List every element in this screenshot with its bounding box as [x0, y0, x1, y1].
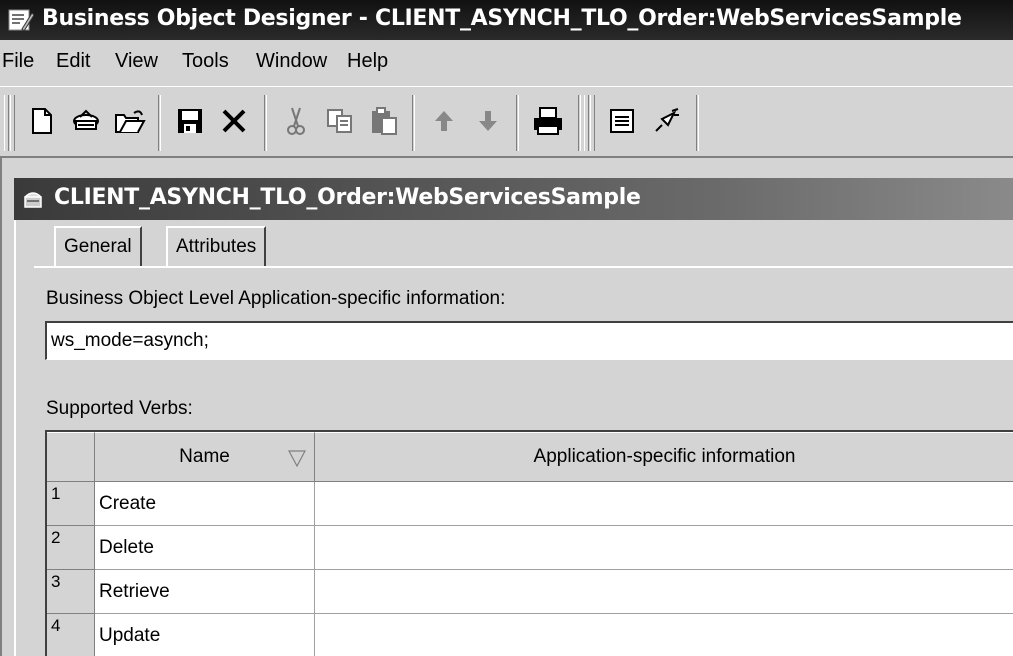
- toolbar: [0, 86, 1013, 158]
- properties-icon[interactable]: [602, 101, 642, 141]
- column-header-name-label: Name: [179, 446, 230, 467]
- toolbar-grip: [590, 95, 595, 151]
- sort-arrow-icon[interactable]: [288, 449, 306, 467]
- bo-asi-label: Business Object Level Application-specif…: [46, 288, 506, 309]
- menu-help[interactable]: Help: [347, 50, 388, 73]
- move-down-icon[interactable]: [468, 101, 508, 141]
- menu-view[interactable]: View: [115, 50, 158, 73]
- bo-asi-input[interactable]: ws_mode=asynch;: [45, 321, 1013, 360]
- supported-verbs-label: Supported Verbs:: [46, 398, 193, 419]
- open-server-icon[interactable]: [66, 101, 106, 141]
- row-header[interactable]: 2: [47, 526, 95, 570]
- paste-icon[interactable]: [364, 101, 404, 141]
- new-icon[interactable]: [22, 101, 62, 141]
- title-bar: Business Object Designer - CLIENT_ASYNCH…: [0, 0, 1013, 40]
- toolbar-separator: [696, 95, 699, 151]
- window-title: Business Object Designer - CLIENT_ASYNCH…: [42, 6, 962, 31]
- document-title-bar: CLIENT_ASYNCH_TLO_Order:WebServicesSampl…: [14, 178, 1013, 220]
- menu-edit[interactable]: Edit: [56, 50, 90, 73]
- connect-icon[interactable]: [646, 101, 686, 141]
- app-icon: [8, 9, 34, 32]
- toolbar-grip[interactable]: [584, 95, 589, 151]
- delete-icon[interactable]: [214, 101, 254, 141]
- toolbar-separator: [264, 95, 267, 151]
- business-object-icon: [24, 192, 42, 208]
- toolbar-grip: [10, 95, 15, 151]
- column-header-name[interactable]: Name: [95, 432, 315, 482]
- table-corner-header[interactable]: [47, 432, 95, 482]
- verb-name-cell[interactable]: Retrieve: [95, 570, 315, 614]
- row-header[interactable]: 1: [47, 482, 95, 526]
- document-title: CLIENT_ASYNCH_TLO_Order:WebServicesSampl…: [54, 185, 641, 210]
- supported-verbs-table: Name Application-specific information 1 …: [45, 430, 1013, 656]
- copy-icon[interactable]: [320, 101, 360, 141]
- verb-name-cell[interactable]: Create: [95, 482, 315, 526]
- toolbar-separator: [578, 95, 581, 151]
- tab-panel-border: [34, 266, 1013, 268]
- verb-asi-cell[interactable]: [315, 482, 1013, 526]
- move-up-icon[interactable]: [424, 101, 464, 141]
- tab-general[interactable]: General: [54, 226, 142, 268]
- save-icon[interactable]: [170, 101, 210, 141]
- menu-file[interactable]: File: [2, 50, 34, 73]
- verb-asi-cell[interactable]: [315, 614, 1013, 656]
- cut-icon[interactable]: [276, 101, 316, 141]
- open-file-icon[interactable]: [110, 101, 150, 141]
- verb-name-cell[interactable]: Update: [95, 614, 315, 656]
- tab-attributes[interactable]: Attributes: [166, 226, 267, 268]
- row-header[interactable]: 4: [47, 614, 95, 656]
- toolbar-grip[interactable]: [4, 95, 9, 151]
- row-header[interactable]: 3: [47, 570, 95, 614]
- menu-window[interactable]: Window: [256, 50, 327, 73]
- toolbar-separator: [412, 95, 415, 151]
- toolbar-separator: [516, 95, 519, 151]
- toolbar-separator: [158, 95, 161, 151]
- menu-bar: File Edit View Tools Window Help: [0, 40, 1013, 86]
- print-icon[interactable]: [528, 101, 568, 141]
- column-header-asi[interactable]: Application-specific information: [315, 432, 1013, 482]
- verb-name-cell[interactable]: Delete: [95, 526, 315, 570]
- menu-tools[interactable]: Tools: [182, 50, 229, 73]
- verb-asi-cell[interactable]: [315, 570, 1013, 614]
- verb-asi-cell[interactable]: [315, 526, 1013, 570]
